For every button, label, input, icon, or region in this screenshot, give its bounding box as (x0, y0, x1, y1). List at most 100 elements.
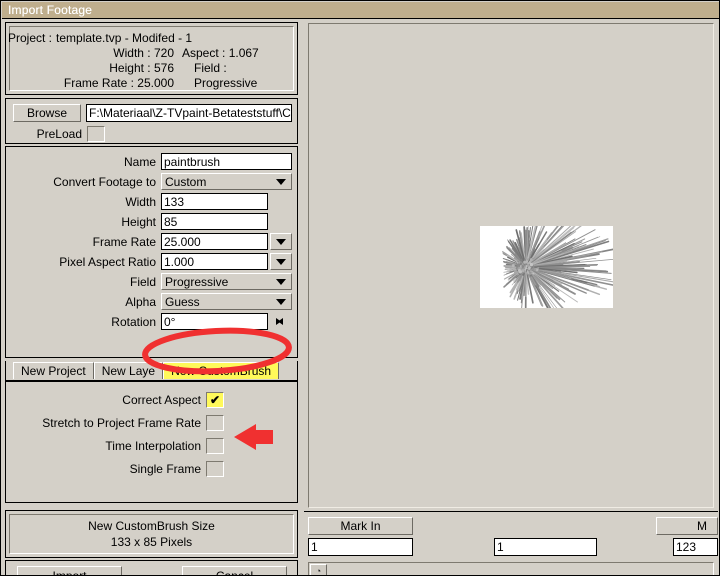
field-label: Field (129, 274, 156, 289)
width-input[interactable]: 133 (161, 193, 268, 210)
cancel-button[interactable]: Cancel (182, 566, 287, 575)
info-width-value: 720 (153, 46, 174, 60)
height-label: Height (121, 214, 156, 229)
transport-bar: Mark In M 1 1 123 ◔ (304, 511, 718, 575)
rotation-label: Rotation (111, 314, 156, 329)
row-stretch-frame-rate: Stretch to Project Frame Rate (6, 413, 297, 432)
row-convert-footage-to: Convert Footage to Custom (6, 172, 297, 191)
alpha-value: Guess (165, 294, 200, 309)
row-rotation: Rotation 0° (6, 312, 297, 331)
window-title: Import Footage (8, 3, 93, 17)
stretch-frame-rate-checkbox[interactable] (206, 414, 224, 431)
paintbrush-splatter-graphic (502, 226, 613, 308)
tab-new-project[interactable]: New Project (13, 362, 94, 379)
convert-footage-value: Custom (165, 174, 207, 189)
project-info-panel: Project : template.tvp - Modifed - 1 Wid… (5, 22, 298, 95)
mark-out-input[interactable]: 123 (673, 538, 718, 556)
info-field-label: Field : (194, 61, 227, 75)
import-button[interactable]: Import (17, 566, 122, 575)
tab-new-layer[interactable]: New Laye (93, 362, 164, 379)
import-footage-dialog: Import Footage Project : template.tvp - … (0, 0, 720, 576)
info-aspect-value: 1.067 (228, 46, 259, 60)
field-select[interactable]: Progressive (161, 273, 292, 290)
row-correct-aspect: Correct Aspect ✔ (6, 390, 297, 409)
row-pixel-aspect-ratio: Pixel Aspect Ratio 1.000 (6, 252, 297, 271)
width-label: Width (125, 194, 156, 209)
preview-column: Mark In M 1 1 123 ◔ (304, 21, 718, 575)
footage-preview-image (480, 226, 613, 308)
chevron-down-icon (276, 298, 286, 305)
mark-out-label: M (697, 519, 707, 533)
frame-rate-dropdown-button[interactable] (270, 233, 292, 250)
output-size-title: New CustomBrush Size (88, 519, 215, 533)
left-right-arrows-icon (275, 318, 283, 325)
correct-aspect-checkbox[interactable]: ✔ (206, 391, 224, 408)
source-path-input[interactable]: F:\Materiaal\Z-TVpaint-Betateststuff\Cu (86, 104, 292, 122)
single-frame-label: Single Frame (129, 461, 201, 476)
source-file-panel: Browse F:\Materiaal\Z-TVpaint-Betatestst… (5, 98, 298, 144)
pixel-aspect-ratio-label: Pixel Aspect Ratio (59, 254, 156, 269)
output-size-panel: New CustomBrush Size 133 x 85 Pixels (5, 510, 298, 558)
pixel-aspect-ratio-dropdown-button[interactable] (270, 253, 292, 270)
tab-new-custombrush[interactable]: New CustomBrush (163, 362, 280, 379)
row-name: Name paintbrush (6, 152, 297, 171)
info-height-label: Height : (109, 61, 151, 75)
row-alpha: Alpha Guess (6, 292, 297, 311)
rotation-input[interactable]: 0° (161, 313, 268, 330)
chevron-down-icon (276, 178, 286, 185)
name-input[interactable]: paintbrush (161, 153, 292, 170)
frame-rate-input[interactable]: 25.000 (161, 233, 268, 250)
project-info-framerate-row: Frame Rate : 25.000 (10, 76, 293, 91)
info-height-value: 576 (153, 61, 174, 75)
alpha-label: Alpha (125, 294, 156, 309)
project-label: Project : (8, 31, 53, 45)
rotation-spinner-icon[interactable] (271, 313, 287, 330)
window-titlebar: Import Footage (2, 2, 719, 19)
timeline-scrollbar[interactable]: ◔ (308, 562, 714, 575)
info-framerate-value: 25.000 (137, 76, 174, 90)
name-label: Name (123, 154, 156, 169)
destination-tabs: New Project New Laye New CustomBrush (5, 361, 298, 381)
browse-button[interactable]: Browse (13, 104, 81, 122)
info-aspect-label: Aspect : (182, 46, 226, 60)
chevron-down-icon (276, 278, 286, 285)
alpha-select[interactable]: Guess (161, 293, 292, 310)
chevron-down-icon (276, 238, 286, 245)
pixel-aspect-ratio-input[interactable]: 1.000 (161, 253, 268, 270)
mark-in-input[interactable]: 1 (308, 538, 413, 556)
options-panel: Correct Aspect ✔ Stretch to Project Fram… (5, 381, 298, 503)
dialog-actions: Import Cancel (5, 560, 298, 575)
project-value: template.tvp - Modifed - 1 (56, 31, 193, 45)
preload-checkbox[interactable] (87, 126, 105, 142)
convert-footage-select[interactable]: Custom (161, 173, 292, 190)
project-info-width-row: Width : 720 Aspect : 1.067 (10, 46, 293, 61)
chevron-down-icon (276, 258, 286, 265)
stretch-frame-rate-label: Stretch to Project Frame Rate (42, 415, 201, 430)
time-interpolation-checkbox[interactable] (206, 437, 224, 454)
correct-aspect-label: Correct Aspect (122, 392, 201, 407)
time-interpolation-label: Time Interpolation (105, 438, 201, 453)
single-frame-checkbox[interactable] (206, 460, 224, 477)
settings-column: Project : template.tvp - Modifed - 1 Wid… (5, 22, 298, 575)
preload-label: PreLoad (36, 127, 82, 141)
frame-rate-label: Frame Rate (92, 234, 156, 249)
timeline-scrollbar-thumb[interactable]: ◔ (310, 564, 327, 575)
convert-footage-label: Convert Footage to (53, 174, 156, 189)
info-framerate-label: Frame Rate : (63, 76, 134, 90)
field-value: Progressive (165, 274, 229, 289)
height-input[interactable]: 85 (161, 213, 268, 230)
info-width-label: Width : (113, 46, 151, 60)
footage-settings-panel: Name paintbrush Convert Footage to Custo… (5, 146, 298, 358)
project-info-height-row: Height : 576 Field : Progressive (10, 61, 293, 90)
row-field: Field Progressive (6, 272, 297, 291)
row-frame-rate: Frame Rate 25.000 (6, 232, 297, 251)
output-size-value: 133 x 85 Pixels (110, 535, 193, 549)
mark-in-button[interactable]: Mark In (308, 517, 413, 535)
row-time-interpolation: Time Interpolation (6, 436, 297, 455)
row-width: Width 133 (6, 192, 297, 211)
current-frame-input[interactable]: 1 (494, 538, 597, 556)
mark-out-button[interactable]: M (656, 517, 718, 535)
preview-canvas[interactable] (308, 23, 714, 508)
project-info-project-row: Project : template.tvp - Modifed - 1 (8, 31, 293, 46)
row-height: Height 85 (6, 212, 297, 231)
